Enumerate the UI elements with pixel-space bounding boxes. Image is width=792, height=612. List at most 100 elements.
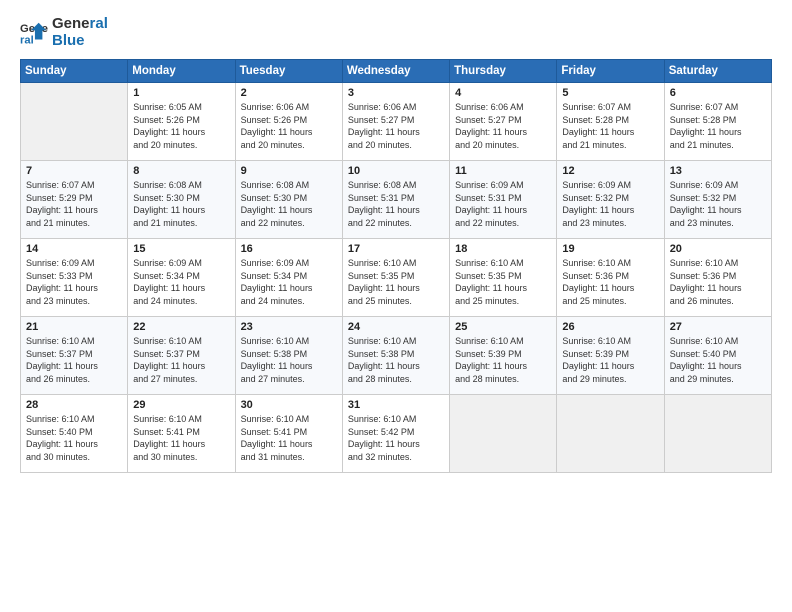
calendar-cell: 7Sunrise: 6:07 AM Sunset: 5:29 PM Daylig… xyxy=(21,161,128,239)
weekday-header: Friday xyxy=(557,60,664,83)
calendar-week-row: 28 Sunrise: 6:10 AM Sunset: 5:40 PM Dayli… xyxy=(21,395,772,473)
calendar-cell: 19 Sunrise: 6:10 AM Sunset: 5:36 PM Dayli… xyxy=(557,239,664,317)
day-info: Sunrise: 6:08 AM Sunset: 5:31 PM Dayligh… xyxy=(348,179,444,229)
day-info: Sunrise: 6:09 AM Sunset: 5:32 PM Dayligh… xyxy=(562,179,658,229)
calendar-cell: 9 Sunrise: 6:08 AM Sunset: 5:30 PM Daylig… xyxy=(235,161,342,239)
day-info: Sunrise: 6:10 AM Sunset: 5:40 PM Dayligh… xyxy=(670,335,766,385)
calendar-cell: 27 Sunrise: 6:10 AM Sunset: 5:40 PM Dayli… xyxy=(664,317,771,395)
calendar-week-row: 14 Sunrise: 6:09 AM Sunset: 5:33 PM Dayli… xyxy=(21,239,772,317)
day-info: Sunrise: 6:10 AM Sunset: 5:36 PM Dayligh… xyxy=(562,257,658,307)
calendar-table: SundayMondayTuesdayWednesdayThursdayFrid… xyxy=(20,59,772,473)
calendar-cell: 8Sunrise: 6:08 AM Sunset: 5:30 PM Daylig… xyxy=(128,161,235,239)
calendar-cell: 20 Sunrise: 6:10 AM Sunset: 5:36 PM Dayli… xyxy=(664,239,771,317)
day-info: Sunrise: 6:10 AM Sunset: 5:39 PM Dayligh… xyxy=(455,335,551,385)
day-info: Sunrise: 6:06 AM Sunset: 5:27 PM Dayligh… xyxy=(455,101,551,151)
page-header: Gene ral General Blue xyxy=(20,16,772,49)
calendar-cell: 12 Sunrise: 6:09 AM Sunset: 5:32 PM Dayli… xyxy=(557,161,664,239)
calendar-cell: 24 Sunrise: 6:10 AM Sunset: 5:38 PM Dayli… xyxy=(342,317,449,395)
day-number: 16 xyxy=(241,243,337,255)
day-number: 15 xyxy=(133,243,229,255)
calendar-cell: 10 Sunrise: 6:08 AM Sunset: 5:31 PM Dayli… xyxy=(342,161,449,239)
day-info: Sunrise: 6:09 AM Sunset: 5:33 PM Dayligh… xyxy=(26,257,122,307)
calendar-header-row: SundayMondayTuesdayWednesdayThursdayFrid… xyxy=(21,60,772,83)
calendar-cell: 25 Sunrise: 6:10 AM Sunset: 5:39 PM Dayli… xyxy=(450,317,557,395)
day-number: 8 xyxy=(133,165,229,177)
calendar-page: Gene ral General Blue SundayMondayTuesda… xyxy=(0,0,792,612)
calendar-cell xyxy=(664,395,771,473)
day-number: 29 xyxy=(133,399,229,411)
day-number: 26 xyxy=(562,321,658,333)
day-info: Sunrise: 6:06 AM Sunset: 5:26 PM Dayligh… xyxy=(241,101,337,151)
day-info: Sunrise: 6:08 AM Sunset: 5:30 PM Dayligh… xyxy=(241,179,337,229)
logo: Gene ral General Blue xyxy=(20,16,108,49)
calendar-week-row: 21 Sunrise: 6:10 AM Sunset: 5:37 PM Dayli… xyxy=(21,317,772,395)
day-info: Sunrise: 6:09 AM Sunset: 5:32 PM Dayligh… xyxy=(670,179,766,229)
calendar-cell: 6 Sunrise: 6:07 AM Sunset: 5:28 PM Daylig… xyxy=(664,83,771,161)
day-number: 10 xyxy=(348,165,444,177)
svg-text:ral: ral xyxy=(20,34,34,46)
day-number: 23 xyxy=(241,321,337,333)
calendar-cell: 5 Sunrise: 6:07 AM Sunset: 5:28 PM Daylig… xyxy=(557,83,664,161)
day-number: 1 xyxy=(133,87,229,99)
day-number: 2 xyxy=(241,87,337,99)
day-info: Sunrise: 6:06 AM Sunset: 5:27 PM Dayligh… xyxy=(348,101,444,151)
day-number: 21 xyxy=(26,321,122,333)
calendar-cell xyxy=(450,395,557,473)
day-info: Sunrise: 6:07 AM Sunset: 5:28 PM Dayligh… xyxy=(562,101,658,151)
day-number: 27 xyxy=(670,321,766,333)
calendar-cell: 29 Sunrise: 6:10 AM Sunset: 5:41 PM Dayli… xyxy=(128,395,235,473)
day-number: 30 xyxy=(241,399,337,411)
day-number: 11 xyxy=(455,165,551,177)
day-number: 28 xyxy=(26,399,122,411)
day-number: 20 xyxy=(670,243,766,255)
day-number: 12 xyxy=(562,165,658,177)
weekday-header: Monday xyxy=(128,60,235,83)
calendar-cell: 23Sunrise: 6:10 AM Sunset: 5:38 PM Dayli… xyxy=(235,317,342,395)
calendar-cell: 21Sunrise: 6:10 AM Sunset: 5:37 PM Dayli… xyxy=(21,317,128,395)
day-number: 31 xyxy=(348,399,444,411)
calendar-cell: 13 Sunrise: 6:09 AM Sunset: 5:32 PM Dayli… xyxy=(664,161,771,239)
weekday-header: Wednesday xyxy=(342,60,449,83)
day-info: Sunrise: 6:10 AM Sunset: 5:40 PM Dayligh… xyxy=(26,413,122,463)
day-number: 24 xyxy=(348,321,444,333)
day-number: 22 xyxy=(133,321,229,333)
day-number: 9 xyxy=(241,165,337,177)
day-info: Sunrise: 6:07 AM Sunset: 5:28 PM Dayligh… xyxy=(670,101,766,151)
day-info: Sunrise: 6:10 AM Sunset: 5:41 PM Dayligh… xyxy=(133,413,229,463)
day-info: Sunrise: 6:10 AM Sunset: 5:38 PM Dayligh… xyxy=(348,335,444,385)
day-number: 5 xyxy=(562,87,658,99)
calendar-cell: 4Sunrise: 6:06 AM Sunset: 5:27 PM Daylig… xyxy=(450,83,557,161)
day-number: 14 xyxy=(26,243,122,255)
logo-icon: Gene ral xyxy=(20,19,48,47)
calendar-cell: 18Sunrise: 6:10 AM Sunset: 5:35 PM Dayli… xyxy=(450,239,557,317)
day-number: 3 xyxy=(348,87,444,99)
calendar-cell: 14 Sunrise: 6:09 AM Sunset: 5:33 PM Dayli… xyxy=(21,239,128,317)
calendar-cell: 31Sunrise: 6:10 AM Sunset: 5:42 PM Dayli… xyxy=(342,395,449,473)
day-number: 7 xyxy=(26,165,122,177)
calendar-cell: 11 Sunrise: 6:09 AM Sunset: 5:31 PM Dayli… xyxy=(450,161,557,239)
day-info: Sunrise: 6:10 AM Sunset: 5:36 PM Dayligh… xyxy=(670,257,766,307)
day-number: 25 xyxy=(455,321,551,333)
calendar-cell: 15 Sunrise: 6:09 AM Sunset: 5:34 PM Dayli… xyxy=(128,239,235,317)
calendar-cell: 2 Sunrise: 6:06 AM Sunset: 5:26 PM Daylig… xyxy=(235,83,342,161)
day-number: 19 xyxy=(562,243,658,255)
calendar-cell: 17Sunrise: 6:10 AM Sunset: 5:35 PM Dayli… xyxy=(342,239,449,317)
day-info: Sunrise: 6:09 AM Sunset: 5:34 PM Dayligh… xyxy=(133,257,229,307)
calendar-cell: 3 Sunrise: 6:06 AM Sunset: 5:27 PM Daylig… xyxy=(342,83,449,161)
weekday-header: Thursday xyxy=(450,60,557,83)
day-number: 18 xyxy=(455,243,551,255)
calendar-cell: 16 Sunrise: 6:09 AM Sunset: 5:34 PM Dayli… xyxy=(235,239,342,317)
day-info: Sunrise: 6:09 AM Sunset: 5:34 PM Dayligh… xyxy=(241,257,337,307)
day-info: Sunrise: 6:05 AM Sunset: 5:26 PM Dayligh… xyxy=(133,101,229,151)
day-info: Sunrise: 6:10 AM Sunset: 5:39 PM Dayligh… xyxy=(562,335,658,385)
weekday-header: Tuesday xyxy=(235,60,342,83)
logo-blue: Blue xyxy=(52,33,108,50)
day-number: 6 xyxy=(670,87,766,99)
calendar-cell: 28 Sunrise: 6:10 AM Sunset: 5:40 PM Dayli… xyxy=(21,395,128,473)
day-info: Sunrise: 6:09 AM Sunset: 5:31 PM Dayligh… xyxy=(455,179,551,229)
weekday-header: Saturday xyxy=(664,60,771,83)
calendar-cell: 1 Sunrise: 6:05 AM Sunset: 5:26 PM Daylig… xyxy=(128,83,235,161)
day-info: Sunrise: 6:10 AM Sunset: 5:37 PM Dayligh… xyxy=(133,335,229,385)
day-number: 13 xyxy=(670,165,766,177)
calendar-cell xyxy=(21,83,128,161)
